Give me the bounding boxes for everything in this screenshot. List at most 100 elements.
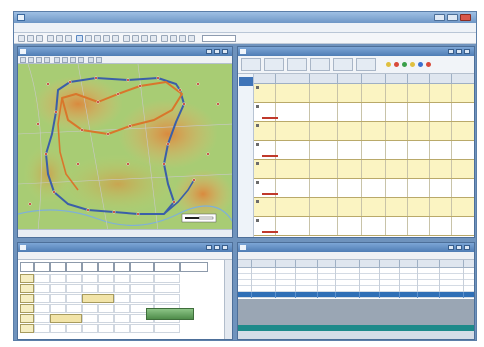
map-place-marker[interactable]	[182, 102, 186, 106]
pane-close-icon[interactable]	[222, 49, 228, 54]
list-column-header[interactable]	[360, 260, 380, 268]
menu-item[interactable]	[178, 25, 188, 31]
pane-close-icon[interactable]	[222, 245, 228, 250]
schedule-cell[interactable]	[98, 274, 114, 283]
map-place-marker[interactable]	[54, 110, 58, 114]
schedule-cell[interactable]	[34, 274, 50, 283]
map-place-marker[interactable]	[52, 190, 56, 194]
map-place-marker[interactable]	[68, 80, 72, 84]
menu-item[interactable]	[18, 25, 28, 31]
menu-item[interactable]	[222, 25, 232, 31]
schedule-column-header[interactable]	[154, 262, 180, 272]
toolbar-button-icon[interactable]	[132, 35, 139, 42]
schedule-column-header[interactable]	[66, 262, 82, 272]
pane-close-icon[interactable]	[464, 245, 470, 250]
jobs-table-row[interactable]	[254, 103, 474, 122]
map-tool-icon[interactable]	[28, 57, 34, 63]
schedule-cell[interactable]	[50, 274, 66, 283]
schedule-row-header[interactable]	[20, 294, 34, 303]
row-marker-icon[interactable]	[256, 86, 259, 89]
menu-item[interactable]	[124, 25, 134, 31]
ribbon-button[interactable]	[287, 58, 307, 71]
map-place-marker[interactable]	[128, 124, 132, 128]
pane-minimize-icon[interactable]	[448, 49, 454, 54]
toolbar-button-icon[interactable]	[188, 35, 195, 42]
schedule-row-header[interactable]	[20, 284, 34, 293]
jobs-table-row[interactable]	[254, 179, 474, 198]
map-place-marker[interactable]	[126, 162, 130, 166]
map-place-marker[interactable]	[112, 210, 116, 214]
jobs-column-header[interactable]	[362, 74, 386, 84]
schedule-cell[interactable]	[82, 304, 98, 313]
pane-maximize-icon[interactable]	[214, 49, 220, 54]
map-tool-icon[interactable]	[62, 57, 68, 63]
schedule-cell[interactable]	[98, 284, 114, 293]
map-place-marker[interactable]	[106, 132, 110, 136]
toolbar-button-icon[interactable]	[112, 35, 119, 42]
map-place-marker[interactable]	[178, 88, 182, 92]
schedule-cell[interactable]	[50, 304, 66, 313]
pane-close-icon[interactable]	[464, 49, 470, 54]
jobs-column-header[interactable]	[276, 74, 310, 84]
maximize-icon[interactable]	[447, 14, 458, 21]
row-marker-icon[interactable]	[256, 219, 259, 222]
jobs-table-row[interactable]	[254, 160, 474, 179]
jobs-table-row[interactable]	[254, 122, 474, 141]
schedule-cell[interactable]	[130, 284, 154, 293]
list-column-header[interactable]	[252, 260, 276, 268]
jobs-sidebar-selected[interactable]	[239, 77, 253, 86]
list-column-header[interactable]	[276, 260, 296, 268]
status-light-icon[interactable]	[394, 62, 399, 67]
menu-item[interactable]	[76, 25, 86, 31]
schedule-cell[interactable]	[34, 314, 50, 323]
row-marker-icon[interactable]	[256, 124, 259, 127]
toolbar-button-icon[interactable]	[179, 35, 186, 42]
schedule-column-header[interactable]	[98, 262, 114, 272]
ribbon-button[interactable]	[356, 58, 376, 71]
toolbar-button-icon[interactable]	[170, 35, 177, 42]
map-place-marker[interactable]	[216, 102, 220, 106]
schedule-cell[interactable]	[130, 324, 154, 333]
list-column-header[interactable]	[336, 260, 360, 268]
schedule-cell[interactable]	[98, 324, 114, 333]
schedule-scrollbar[interactable]	[224, 260, 232, 339]
schedule-cell[interactable]	[34, 294, 50, 303]
schedule-cell[interactable]	[154, 274, 180, 283]
row-marker-icon[interactable]	[256, 181, 259, 184]
route-map[interactable]	[18, 64, 233, 231]
pane-minimize-icon[interactable]	[206, 49, 212, 54]
schedule-row-header[interactable]	[20, 324, 34, 333]
map-place-marker[interactable]	[46, 82, 50, 86]
toolbar-button-icon[interactable]	[56, 35, 63, 42]
jobs-table-row[interactable]	[254, 141, 474, 160]
status-light-icon[interactable]	[402, 62, 407, 67]
map-place-marker[interactable]	[36, 122, 40, 126]
toolbar-button-icon[interactable]	[76, 35, 83, 42]
map-place-marker[interactable]	[28, 202, 32, 206]
schedule-cell[interactable]	[114, 294, 130, 303]
map-tool-icon[interactable]	[44, 57, 50, 63]
toolbar-combo[interactable]	[202, 35, 236, 42]
schedule-cell-highlight[interactable]	[50, 314, 82, 323]
row-marker-icon[interactable]	[256, 105, 259, 108]
jobs-column-header[interactable]	[386, 74, 408, 84]
map-place-marker[interactable]	[162, 162, 166, 166]
map-tool-icon[interactable]	[70, 57, 76, 63]
list-column-header[interactable]	[400, 260, 418, 268]
schedule-cell[interactable]	[130, 294, 154, 303]
ribbon-button[interactable]	[310, 58, 330, 71]
map-place-marker[interactable]	[76, 162, 80, 166]
map-place-marker[interactable]	[44, 152, 48, 156]
schedule-cell[interactable]	[114, 274, 130, 283]
toolbar-button-icon[interactable]	[141, 35, 148, 42]
status-light-icon[interactable]	[386, 62, 391, 67]
menu-item[interactable]	[54, 25, 64, 31]
row-marker-icon[interactable]	[256, 162, 259, 165]
list-column-header[interactable]	[418, 260, 440, 268]
map-place-marker[interactable]	[94, 76, 98, 80]
schedule-cell[interactable]	[66, 294, 82, 303]
schedule-column-header[interactable]	[130, 262, 154, 272]
pane-minimize-icon[interactable]	[448, 245, 454, 250]
pane-maximize-icon[interactable]	[456, 49, 462, 54]
toolbar-button-icon[interactable]	[94, 35, 101, 42]
